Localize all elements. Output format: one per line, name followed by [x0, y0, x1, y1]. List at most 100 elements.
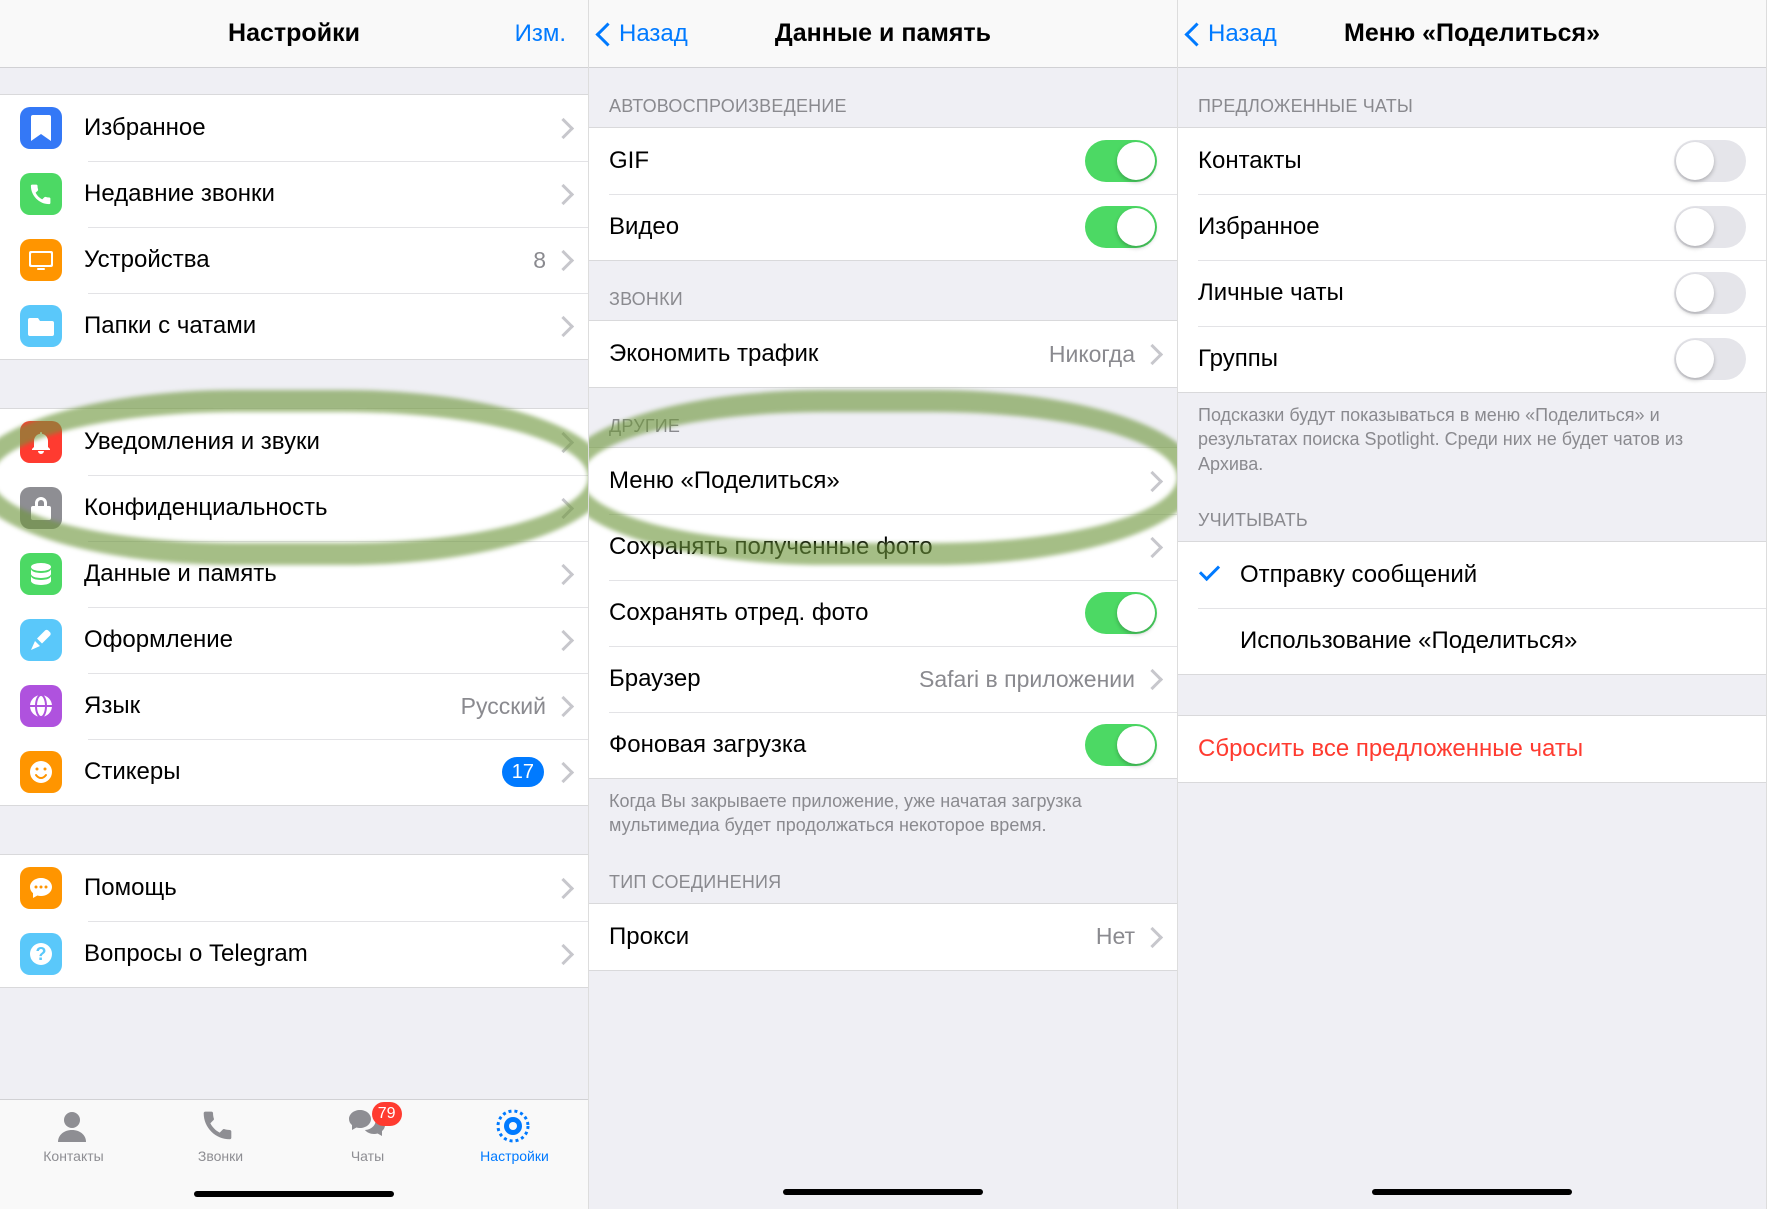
home-indicator[interactable]	[1372, 1189, 1572, 1195]
row-groups[interactable]: Группы	[1178, 326, 1766, 392]
row-label: Видео	[609, 213, 1085, 241]
chevron-right-icon	[1145, 344, 1157, 364]
row-data-storage[interactable]: Данные и память	[0, 541, 588, 607]
row-contacts[interactable]: Контакты	[1178, 128, 1766, 194]
folder-icon	[20, 305, 62, 347]
row-save-edited[interactable]: Сохранять отред. фото	[589, 580, 1177, 646]
navbar: Назад Меню «Поделиться»	[1178, 0, 1766, 68]
chevron-right-icon	[1145, 471, 1157, 491]
row-appearance[interactable]: Оформление	[0, 607, 588, 673]
checkmark-icon	[1198, 561, 1226, 589]
toggle-gif[interactable]	[1085, 140, 1157, 182]
row-browser[interactable]: Браузер Safari в приложении	[589, 646, 1177, 712]
row-help[interactable]: Помощь	[0, 855, 588, 921]
row-favorites[interactable]: Избранное	[1178, 194, 1766, 260]
row-save-received[interactable]: Сохранять полученные фото	[589, 514, 1177, 580]
row-faq[interactable]: ? Вопросы о Telegram	[0, 921, 588, 987]
tabbar: Контакты Звонки 79 Чаты Настройки	[0, 1099, 588, 1209]
settings-screen: Настройки Изм. Избранное Недавние звонки…	[0, 0, 589, 1209]
data-icon	[20, 553, 62, 595]
chevron-right-icon	[556, 630, 568, 650]
row-video[interactable]: Видео	[589, 194, 1177, 260]
row-label: Избранное	[1198, 213, 1674, 241]
row-label: Устройства	[84, 246, 533, 274]
chevron-right-icon	[1145, 537, 1157, 557]
toggle-private[interactable]	[1674, 272, 1746, 314]
row-share-menu[interactable]: Меню «Поделиться»	[589, 448, 1177, 514]
row-label: Личные чаты	[1198, 279, 1674, 307]
row-send-messages[interactable]: Отправку сообщений	[1178, 542, 1766, 608]
row-reset[interactable]: Сбросить все предложенные чаты	[1178, 716, 1766, 782]
row-private-chats[interactable]: Личные чаты	[1178, 260, 1766, 326]
toggle-favorites[interactable]	[1674, 206, 1746, 248]
row-favorites[interactable]: Избранное	[0, 95, 588, 161]
toggle-bg-download[interactable]	[1085, 724, 1157, 766]
row-use-share[interactable]: Использование «Поделиться»	[1178, 608, 1766, 674]
section-footer: Подсказки будут показываться в меню «Под…	[1178, 393, 1766, 482]
edit-button[interactable]: Изм.	[515, 0, 566, 67]
tab-contacts[interactable]: Контакты	[24, 1108, 124, 1209]
row-label: Недавние звонки	[84, 180, 556, 208]
row-value: Никогда	[1049, 341, 1135, 368]
row-notifications[interactable]: Уведомления и звуки	[0, 409, 588, 475]
row-devices[interactable]: Устройства 8	[0, 227, 588, 293]
section-header-suggested: ПРЕДЛОЖЕННЫЕ ЧАТЫ	[1178, 68, 1766, 127]
toggle-contacts[interactable]	[1674, 140, 1746, 182]
row-value: Safari в приложении	[919, 666, 1135, 693]
row-recent-calls[interactable]: Недавние звонки	[0, 161, 588, 227]
section-header-consider: УЧИТЫВАТЬ	[1178, 482, 1766, 541]
row-label: Избранное	[84, 114, 556, 142]
row-value: Нет	[1096, 923, 1135, 950]
row-label: Контакты	[1198, 147, 1674, 175]
home-indicator[interactable]	[783, 1189, 983, 1195]
row-bg-download[interactable]: Фоновая загрузка	[589, 712, 1177, 778]
section-header-conn: ТИП СОЕДИНЕНИЯ	[589, 844, 1177, 903]
page-title: Настройки	[228, 19, 360, 48]
row-save-data[interactable]: Экономить трафик Никогда	[589, 321, 1177, 387]
chevron-right-icon	[556, 118, 568, 138]
group-folders: Избранное Недавние звонки Устройства 8 П…	[0, 94, 588, 360]
brush-icon	[20, 619, 62, 661]
toggle-video[interactable]	[1085, 206, 1157, 248]
help-icon: ?	[20, 933, 62, 975]
row-language[interactable]: Язык Русский	[0, 673, 588, 739]
chevron-right-icon	[556, 944, 568, 964]
row-chat-folders[interactable]: Папки с чатами	[0, 293, 588, 359]
row-label: Стикеры	[84, 758, 502, 786]
toggle-save-edited[interactable]	[1085, 592, 1157, 634]
tab-settings[interactable]: Настройки	[465, 1108, 565, 1209]
section-header-other: ДРУГИЕ	[589, 388, 1177, 447]
gear-icon	[495, 1108, 535, 1144]
chevron-right-icon	[1145, 927, 1157, 947]
toggle-groups[interactable]	[1674, 338, 1746, 380]
sticker-icon	[20, 751, 62, 793]
globe-icon	[20, 685, 62, 727]
row-label: Использование «Поделиться»	[1240, 627, 1746, 655]
device-icon	[20, 239, 62, 281]
row-privacy[interactable]: Конфиденциальность	[0, 475, 588, 541]
section-header-calls: ЗВОНКИ	[589, 261, 1177, 320]
group-support: Помощь ? Вопросы о Telegram	[0, 854, 588, 988]
row-label: Экономить трафик	[609, 340, 1049, 368]
row-label: Сохранять полученные фото	[609, 533, 1145, 561]
back-button[interactable]: Назад	[599, 0, 688, 67]
row-label: Сохранять отред. фото	[609, 599, 1085, 627]
page-title: Меню «Поделиться»	[1344, 19, 1600, 48]
row-value: 8	[533, 247, 546, 274]
row-value: Русский	[461, 693, 546, 720]
row-label: Данные и память	[84, 560, 556, 588]
row-label: Сбросить все предложенные чаты	[1198, 735, 1746, 763]
row-stickers[interactable]: Стикеры 17	[0, 739, 588, 805]
chevron-left-icon	[1188, 20, 1204, 48]
data-storage-screen: Назад Данные и память АВТОВОСПРОИЗВЕДЕНИ…	[589, 0, 1178, 1209]
phone-icon	[201, 1108, 241, 1144]
row-label: Оформление	[84, 626, 556, 654]
chevron-right-icon	[556, 250, 568, 270]
row-label: Браузер	[609, 665, 919, 693]
home-indicator[interactable]	[194, 1191, 394, 1197]
back-button[interactable]: Назад	[1188, 0, 1277, 67]
section-footer: Когда Вы закрываете приложение, уже нача…	[589, 779, 1177, 844]
row-gif[interactable]: GIF	[589, 128, 1177, 194]
row-proxy[interactable]: Прокси Нет	[589, 904, 1177, 970]
row-label: Уведомления и звуки	[84, 428, 556, 456]
